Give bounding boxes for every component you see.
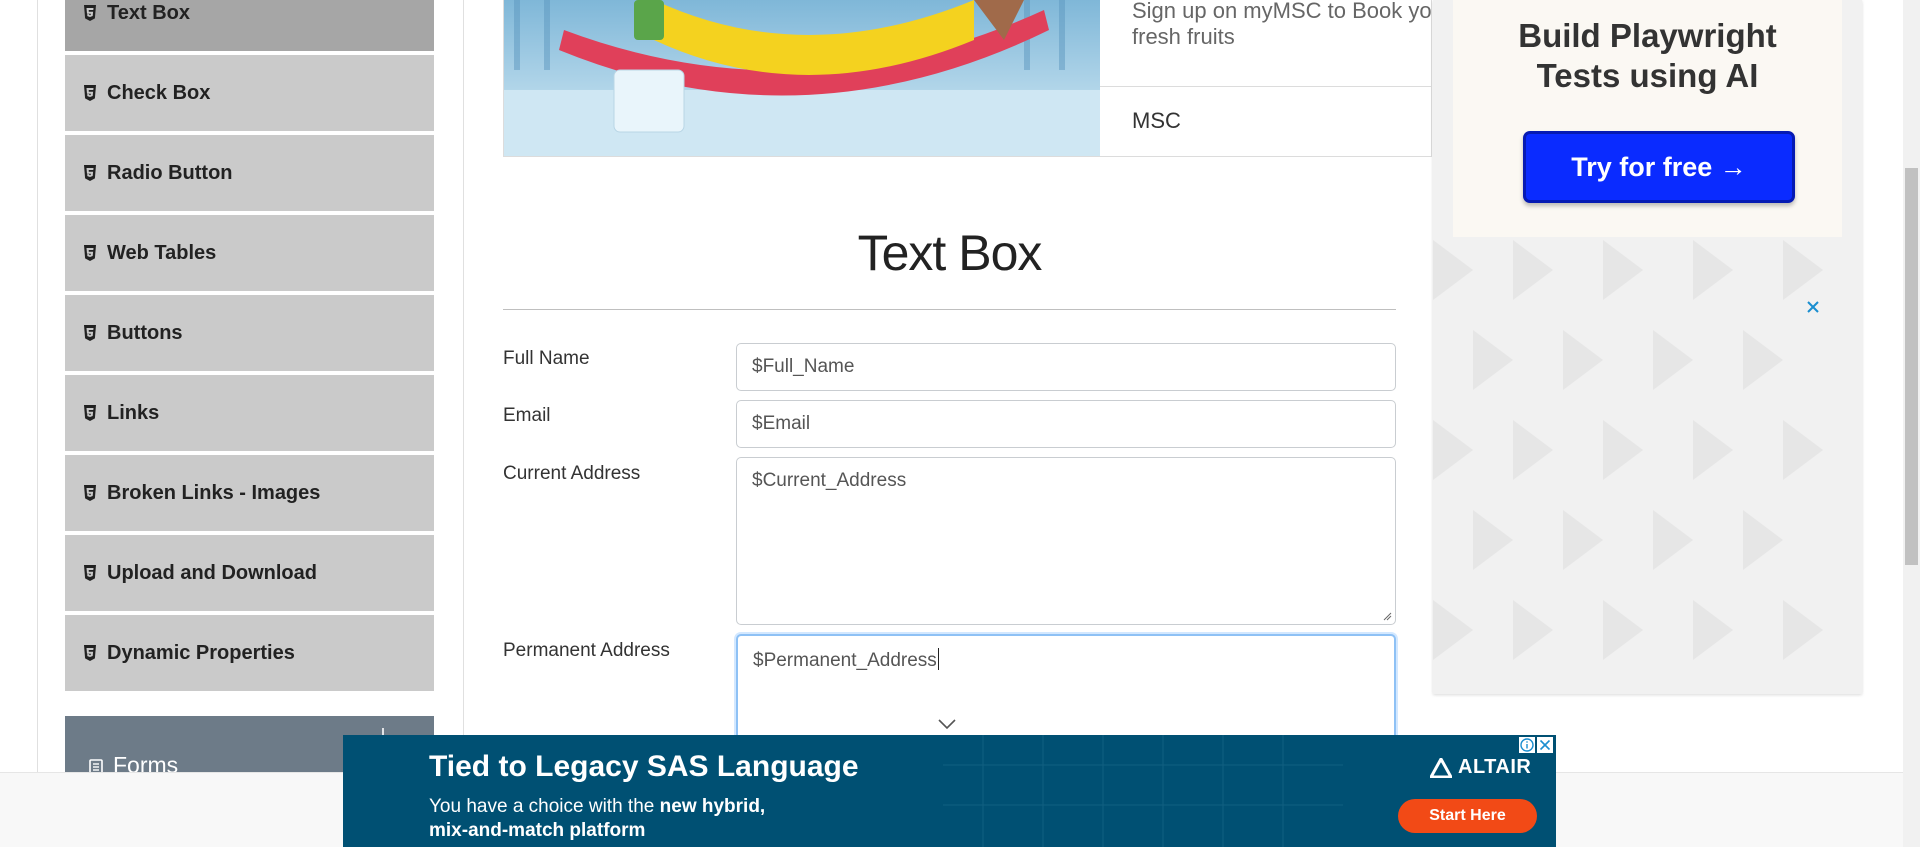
banner-subtext-line-1-start: You have a choice with the xyxy=(429,796,660,817)
sidebar-item-label: Dynamic Properties xyxy=(107,641,295,664)
ad-promo-box: Build Playwright Tests using AI Try for … xyxy=(1453,0,1842,237)
sidebar-item-label: Buttons xyxy=(107,321,183,344)
chevron-down-icon xyxy=(938,719,956,730)
try-for-free-button[interactable]: Try for free → xyxy=(1523,131,1795,203)
html5-icon xyxy=(84,325,96,341)
sidebar-item-links[interactable]: Links xyxy=(65,375,434,453)
permanent-address-value: $Permanent_Address xyxy=(753,650,937,671)
sidebar-item-label: Radio Button xyxy=(107,161,233,184)
html5-icon xyxy=(84,485,96,501)
altair-logo: ALTAIR xyxy=(1430,756,1531,779)
right-ad[interactable]: Build Playwright Tests using AI Try for … xyxy=(1433,0,1862,694)
sidebar-item-label: Broken Links - Images xyxy=(107,481,321,504)
ad-heading: Build Playwright Tests using AI xyxy=(1453,16,1842,96)
sidebar-item-dynamic-properties[interactable]: Dynamic Properties xyxy=(65,615,434,693)
ad-text-line-1: Sign up on myMSC to Book yo xyxy=(1132,0,1432,23)
full-name-value: $Full_Name xyxy=(752,356,855,377)
banner-subtext-highlight: new hybrid, xyxy=(659,796,766,817)
email-input[interactable]: $Email xyxy=(736,400,1396,448)
ad-image xyxy=(504,0,1100,156)
current-address-value: $Current_Address xyxy=(752,470,907,491)
sidebar-item-text-box[interactable]: Text Box xyxy=(65,0,434,53)
page-scrollbar-thumb[interactable] xyxy=(1905,168,1918,565)
altair-logo-icon xyxy=(1430,757,1452,778)
email-label: Email xyxy=(503,405,551,426)
html5-icon xyxy=(84,565,96,581)
html5-icon xyxy=(84,165,96,181)
close-icon[interactable] xyxy=(1805,299,1821,315)
sidebar-item-broken-links[interactable]: Broken Links - Images xyxy=(65,455,434,533)
html5-icon xyxy=(84,645,96,661)
sidebar-item-label: Text Box xyxy=(107,1,190,24)
sidebar-item-label: Check Box xyxy=(107,81,211,104)
html5-icon xyxy=(84,245,96,261)
ad-separator xyxy=(1100,86,1431,87)
sidebar-item-label: Upload and Download xyxy=(107,561,317,584)
sidebar-left-border xyxy=(37,0,38,772)
sidebar-item-upload-download[interactable]: Upload and Download xyxy=(65,535,434,613)
current-address-textarea[interactable]: $Current_Address xyxy=(736,457,1396,625)
sidebar-item-radio-button[interactable]: Radio Button xyxy=(65,135,434,213)
sidebar-item-buttons[interactable]: Buttons xyxy=(65,295,434,373)
html5-icon xyxy=(84,405,96,421)
banner-subtext-line-2: mix-and-match platform xyxy=(429,820,646,841)
ad-heading-line-2: Tests using AI xyxy=(1536,57,1759,94)
html5-icon xyxy=(84,5,96,21)
bottom-banner-ad[interactable]: Tied to Legacy SAS Language You have a c… xyxy=(343,735,1556,847)
html5-icon xyxy=(84,85,96,101)
resize-grip-icon[interactable] xyxy=(1383,612,1392,621)
sidebar-item-label: Web Tables xyxy=(107,241,217,264)
start-here-button[interactable]: Start Here xyxy=(1398,799,1537,833)
banner-subtext: You have a choice with the new hybrid, m… xyxy=(429,795,765,843)
title-divider xyxy=(503,309,1396,310)
top-ad-card[interactable]: Sign up on myMSC to Book yo fresh fruits… xyxy=(503,0,1432,157)
email-value: $Email xyxy=(752,413,811,434)
sidebar: Text Box Check Box Radio Button Web Tabl… xyxy=(0,0,480,786)
sidebar-item-check-box[interactable]: Check Box xyxy=(65,55,434,133)
full-name-input[interactable]: $Full_Name xyxy=(736,343,1396,391)
ad-heading-line-1: Build Playwright xyxy=(1518,17,1777,54)
permanent-address-label: Permanent Address xyxy=(503,640,670,661)
text-cursor xyxy=(937,648,939,670)
ad-brand: MSC xyxy=(1132,108,1181,133)
sidebar-item-web-tables[interactable]: Web Tables xyxy=(65,215,434,293)
sidebar-item-label: Links xyxy=(107,401,160,424)
close-icon[interactable] xyxy=(1537,737,1553,753)
ad-info-icon[interactable] xyxy=(1519,737,1535,753)
altair-logo-text: ALTAIR xyxy=(1458,756,1532,778)
banner-headline: Tied to Legacy SAS Language xyxy=(429,750,859,783)
ad-text-line-2: fresh fruits xyxy=(1132,24,1235,49)
sidebar-right-border xyxy=(463,0,464,772)
current-address-label: Current Address xyxy=(503,463,641,484)
full-name-label: Full Name xyxy=(503,348,590,369)
page-title: Text Box xyxy=(857,225,1043,281)
